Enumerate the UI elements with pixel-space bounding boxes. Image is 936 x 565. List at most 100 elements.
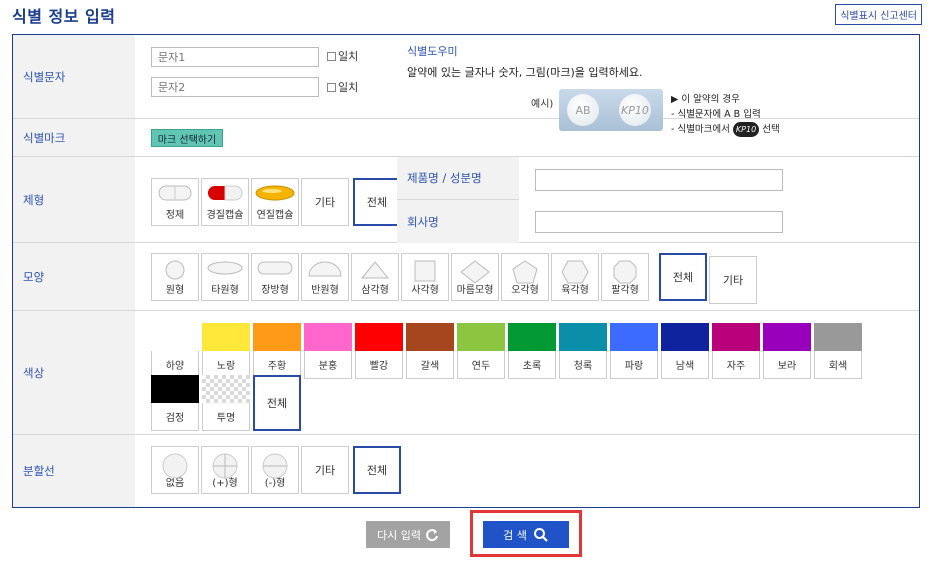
diamond-shape-icon — [460, 260, 490, 284]
color-swatch — [814, 323, 862, 351]
color-swatch — [610, 323, 658, 351]
row-split: 분할선 없음 (+)형 (-)형 기타 전체 — [13, 435, 919, 507]
product-input[interactable] — [535, 169, 783, 191]
color-option-label: 갈색 — [420, 361, 440, 372]
color-option-2[interactable]: 주황 — [253, 323, 301, 379]
split-option-all[interactable]: 전체 — [353, 446, 401, 494]
ident-input-2[interactable] — [151, 77, 319, 97]
row-shape: 모양 원형 타원형 장방형 반원형 삼각형 사각형 마름모형 오각형 육각형 팔… — [13, 243, 919, 311]
color-swatch — [712, 323, 760, 351]
color-option-6[interactable]: 연두 — [457, 323, 505, 379]
color-option-label: 회색 — [828, 361, 848, 372]
hexagon-shape-icon — [561, 260, 589, 284]
shape-option-semicircle[interactable]: 반원형 — [301, 253, 349, 301]
color-option-label: 노랑 — [216, 361, 236, 372]
shape-option-triangle[interactable]: 삼각형 — [351, 253, 399, 301]
split-option-none[interactable]: 없음 — [151, 446, 199, 494]
color-swatch — [355, 323, 403, 351]
exact-checkbox-2[interactable]: 일치 — [327, 79, 358, 95]
color-option-12[interactable]: 보라 — [763, 323, 811, 379]
color-option-5[interactable]: 갈색 — [406, 323, 454, 379]
color-swatch — [406, 323, 454, 351]
color-swatch — [202, 323, 250, 351]
color-option-8[interactable]: 청록 — [559, 323, 607, 379]
example-pill-kp: KP10 — [619, 94, 651, 126]
color-option-10[interactable]: 남색 — [661, 323, 709, 379]
split-option-minus[interactable]: (-)형 — [251, 446, 299, 494]
color-swatch — [559, 323, 607, 351]
shape-option-etc[interactable]: 기타 — [709, 256, 757, 304]
helper-example: 예시) AB KP10 ▶ 이 알약의 경우 - 식별문자에 A B 입력 - … — [519, 35, 919, 157]
exact-checkbox-1[interactable]: 일치 — [327, 48, 358, 64]
color-option-label: 파랑 — [624, 361, 644, 372]
square-shape-icon — [414, 260, 436, 282]
color-option-15[interactable]: 투명 — [202, 375, 250, 431]
color-option-14[interactable]: 검정 — [151, 375, 199, 431]
search-form: 식별문자 일치 일치 식별도우미 알약에 있는 글자나 숫자, 그림(마크)을 … — [12, 34, 920, 508]
label-split: 분할선 — [13, 435, 135, 507]
shape-option-square[interactable]: 사각형 — [401, 253, 449, 301]
oval-shape-icon — [207, 261, 243, 275]
color-option-label: 주황 — [267, 361, 287, 372]
example-note-1: ▶ 이 알약의 경우 — [671, 94, 740, 105]
color-option-7[interactable]: 초록 — [508, 323, 556, 379]
split-option-etc[interactable]: 기타 — [301, 446, 349, 494]
minus-split-icon — [262, 453, 288, 479]
color-option-3[interactable]: 분홍 — [304, 323, 352, 379]
shape-option-oblong[interactable]: 장방형 — [251, 253, 299, 301]
example-pill-ab: AB — [567, 94, 599, 126]
color-option-0[interactable]: 하양 — [151, 323, 199, 379]
example-notes: ▶ 이 알약의 경우 - 식별문자에 A B 입력 - 식별마크에서 KP10 … — [671, 92, 780, 137]
color-option-label: 투명 — [216, 413, 236, 424]
search-button[interactable]: 검 색 — [483, 521, 569, 548]
shape-option-pentagon[interactable]: 오각형 — [501, 253, 549, 301]
color-option-label: 분홍 — [318, 361, 338, 372]
color-option-all[interactable]: 전체 — [253, 375, 301, 431]
label-shape: 모양 — [13, 243, 135, 310]
shape-option-all[interactable]: 전체 — [659, 253, 707, 301]
company-input[interactable] — [535, 211, 783, 233]
color-swatch — [763, 323, 811, 351]
row-color: 색상 하양 노랑 주황 분홍 빨강 갈색 연두 초록 청록 파랑 남색 자주 보라 회색검정 투명 전체 — [13, 311, 919, 435]
shape-option-oval[interactable]: 타원형 — [201, 253, 249, 301]
form-option-tablet[interactable]: 정제 — [151, 178, 199, 226]
reset-button[interactable]: 다시 입력 — [366, 521, 450, 548]
color-swatch — [202, 375, 250, 403]
form-option-etc[interactable]: 기타 — [301, 178, 349, 226]
row-form: 제형 정제 경질캡슐 연질캡슐 기타 전체 제품명 / 성분명 회사명 — [13, 157, 919, 243]
example-note-2: - 식별문자에 A B 입력 — [671, 109, 761, 120]
shape-option-diamond[interactable]: 마름모형 — [451, 253, 499, 301]
report-center-link[interactable]: 식별표시 신고센터 — [835, 4, 922, 25]
color-swatch — [151, 323, 199, 351]
color-option-label: 자주 — [726, 361, 746, 372]
color-swatch — [151, 375, 199, 403]
label-mark: 식별마크 — [13, 119, 135, 156]
shape-option-octagon[interactable]: 팔각형 — [601, 253, 649, 301]
color-option-11[interactable]: 자주 — [712, 323, 760, 379]
color-option-4[interactable]: 빨강 — [355, 323, 403, 379]
shape-option-hexagon[interactable]: 육각형 — [551, 253, 599, 301]
color-swatch — [253, 323, 301, 351]
shape-option-round[interactable]: 원형 — [151, 253, 199, 301]
color-swatch — [661, 323, 709, 351]
form-option-all[interactable]: 전체 — [353, 178, 401, 226]
form-option-hard-capsule[interactable]: 경질캡슐 — [201, 178, 249, 226]
ident-input-1[interactable] — [151, 47, 319, 67]
color-option-label: 하양 — [165, 361, 185, 372]
color-option-label: 빨강 — [369, 361, 389, 372]
form-option-soft-capsule[interactable]: 연질캡슐 — [251, 178, 299, 226]
select-mark-button[interactable]: 마크 선택하기 — [151, 129, 223, 147]
kp-mark-icon: KP10 — [732, 122, 760, 137]
color-option-label: 연두 — [471, 361, 491, 372]
color-option-9[interactable]: 파랑 — [610, 323, 658, 379]
tablet-icon — [158, 185, 192, 201]
color-swatch — [508, 323, 556, 351]
page-title: 식별 정보 입력 — [12, 7, 116, 26]
example-label: 예시) — [531, 99, 554, 110]
plus-split-icon — [212, 453, 238, 479]
label-color: 색상 — [13, 311, 135, 434]
color-option-1[interactable]: 노랑 — [202, 323, 250, 379]
label-company: 회사명 — [397, 200, 519, 243]
color-option-13[interactable]: 회색 — [814, 323, 862, 379]
split-option-plus[interactable]: (+)형 — [201, 446, 249, 494]
